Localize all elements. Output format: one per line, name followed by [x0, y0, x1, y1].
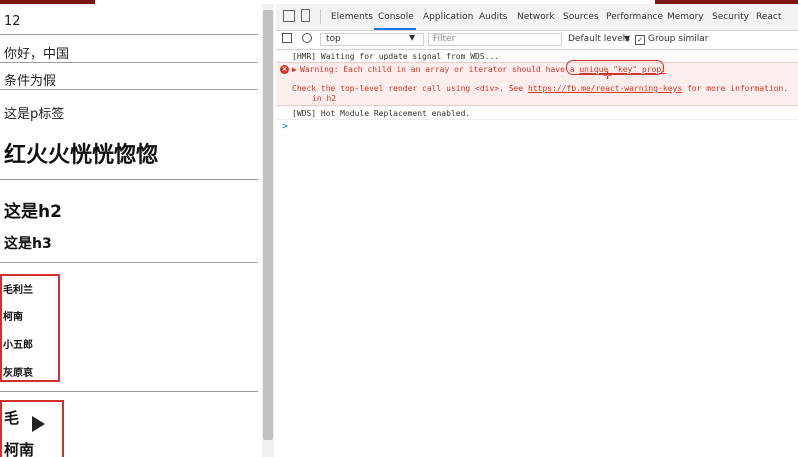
tab-elements[interactable]: Elements	[331, 12, 373, 22]
group-similar-checkbox[interactable]: ✓	[635, 35, 645, 45]
condition-text: 条件为假	[4, 74, 57, 89]
tab-security[interactable]: Security	[712, 12, 749, 22]
cursor-icon: ✛	[603, 69, 613, 82]
react-warning-link[interactable]: https://fb.me/react-warning-keys	[528, 84, 682, 93]
tab-application[interactable]: Application	[423, 12, 473, 22]
active-tab-indicator	[374, 28, 416, 30]
console-toolbar: top ▼ Filter Default levels ▼ ✓ Group si…	[276, 31, 798, 50]
device-toolbar-icon[interactable]	[301, 9, 310, 22]
big-heading: 红火火恍恍惚惚	[4, 143, 159, 168]
counter-text: 12	[4, 14, 21, 29]
divider	[0, 262, 258, 263]
divider	[0, 179, 258, 180]
scrollbar-thumb[interactable]	[263, 10, 273, 440]
inspect-icon[interactable]	[283, 10, 295, 22]
list-item: 柯南	[3, 312, 23, 323]
console-prompt[interactable]: >	[282, 121, 288, 132]
divider	[0, 34, 258, 35]
tab-sources[interactable]: Sources	[563, 12, 599, 22]
list-item: 毛	[4, 409, 20, 427]
group-similar-label: Group similar	[648, 34, 709, 44]
separator	[320, 9, 321, 24]
list-item: 灰原哀	[3, 368, 33, 379]
annotation-circle	[566, 60, 664, 75]
tab-console[interactable]: Console	[378, 12, 414, 22]
filter-input[interactable]: Filter	[428, 33, 562, 46]
sidebar-toggle-icon[interactable]	[282, 33, 292, 43]
levels-select[interactable]: Default levels	[568, 34, 630, 44]
divider	[0, 89, 258, 90]
play-icon[interactable]	[32, 416, 45, 432]
list-item: 小五郎	[3, 340, 33, 351]
devtools-panel: Elements Console Application Audits Netw…	[276, 4, 798, 457]
clear-console-icon[interactable]	[302, 33, 312, 43]
list-item: 毛利兰	[3, 285, 33, 296]
tab-react[interactable]: React	[756, 12, 781, 22]
chevron-down-icon[interactable]: ▼	[409, 33, 415, 42]
divider	[0, 62, 258, 63]
tab-audits[interactable]: Audits	[479, 12, 507, 22]
expand-triangle-icon[interactable]: ▶	[292, 65, 297, 74]
chevron-down-icon[interactable]: ▼	[624, 34, 630, 43]
p-tag-text: 这是p标签	[4, 107, 65, 122]
divider	[0, 391, 258, 392]
app-preview: 12 你好，中国 条件为假 这是p标签 红火火恍恍惚惚 这是h2 这是h3 毛利…	[0, 4, 258, 457]
greeting-text: 你好，中国	[4, 47, 70, 62]
tab-memory[interactable]: Memory	[667, 12, 704, 22]
error-icon: ×	[280, 65, 289, 74]
h2-heading: 这是h2	[4, 202, 62, 222]
list-item: 柯南	[4, 441, 35, 457]
console-message: [WDS] Hot Module Replacement enabled.	[276, 107, 798, 120]
tab-network[interactable]: Network	[517, 12, 555, 22]
devtools-tabbar: Elements Console Application Audits Netw…	[276, 4, 798, 31]
h3-heading: 这是h3	[4, 236, 52, 252]
tab-performance[interactable]: Performance	[606, 12, 663, 22]
